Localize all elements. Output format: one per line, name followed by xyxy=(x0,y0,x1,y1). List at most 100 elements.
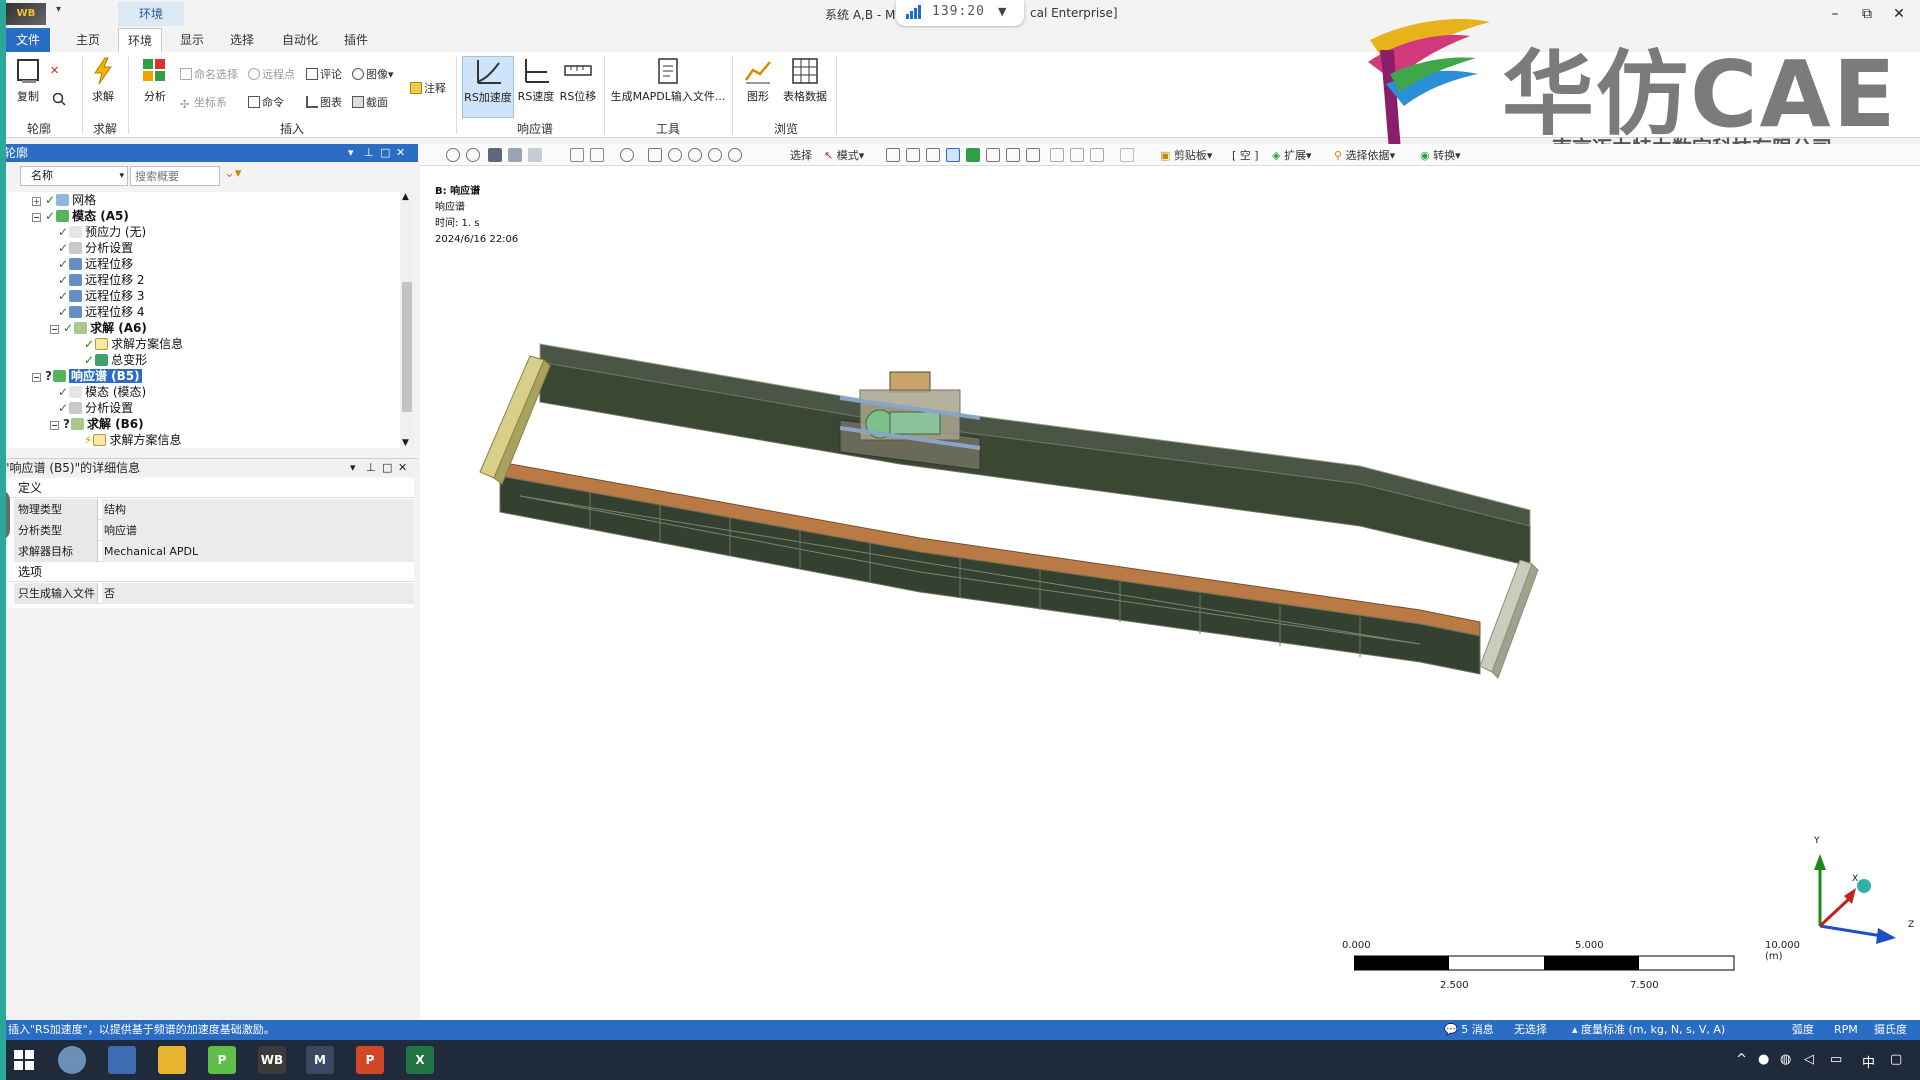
box-zoom-icon[interactable] xyxy=(590,148,604,162)
volume-icon[interactable]: ◁ xyxy=(1804,1052,1814,1067)
details-section-definition[interactable]: 定义 xyxy=(8,478,414,498)
taskbar-app-mechanical[interactable]: M xyxy=(306,1046,334,1074)
pin-icon[interactable]: ⊥ xyxy=(366,459,376,477)
crane-model[interactable] xyxy=(420,166,1920,1020)
close-icon[interactable]: ✕ xyxy=(398,459,407,477)
clipboard-dropdown[interactable]: ▣ 剪贴板▾ xyxy=(1160,147,1212,163)
extend-dropdown[interactable]: ◈ 扩展▾ xyxy=(1272,147,1312,163)
restore-button[interactable]: ⧉ xyxy=(1854,4,1880,24)
remote-point-button[interactable]: 远程点 xyxy=(248,66,295,82)
browser-icon[interactable] xyxy=(58,1046,86,1074)
quick-access-dropdown-icon[interactable]: ▾ xyxy=(56,4,61,15)
collapse-icon[interactable]: − xyxy=(50,421,59,430)
notification-icon[interactable]: ▢ xyxy=(1890,1052,1902,1067)
calculator-icon[interactable] xyxy=(108,1046,136,1074)
annotation-icon[interactable] xyxy=(1070,148,1084,162)
tab-automation[interactable]: 自动化 xyxy=(272,28,328,52)
body-select-icon[interactable] xyxy=(946,148,960,162)
pin-icon[interactable]: ⊥ xyxy=(364,144,374,162)
input-language[interactable]: 中 xyxy=(1862,1052,1875,1071)
select-by-dropdown[interactable]: ⚲ 选择依据▾ xyxy=(1334,147,1395,163)
convert-dropdown[interactable]: ◉ 转换▾ xyxy=(1420,147,1461,163)
tree-item-remote-displacement-4[interactable]: ✓ 远程位移 4 xyxy=(58,304,145,320)
collapse-icon[interactable]: − xyxy=(32,373,41,382)
element-select-icon[interactable] xyxy=(1006,148,1020,162)
units-button[interactable]: ▴ 度量标准 (m, kg, N, s, V, A) xyxy=(1572,1020,1725,1040)
details-row[interactable]: 只生成输入文件否 xyxy=(14,583,414,604)
expand-icon[interactable]: + xyxy=(32,197,41,206)
wire-view-icon[interactable] xyxy=(508,148,522,162)
chevron-down-icon[interactable]: ▾ xyxy=(348,144,354,162)
rs-acceleration-button[interactable]: RS加速度 xyxy=(462,56,514,118)
magnifier-icon[interactable] xyxy=(728,148,742,162)
copy-button[interactable]: 复制 xyxy=(10,56,46,104)
zoom-out-icon[interactable] xyxy=(466,148,480,162)
zoom-in-icon[interactable] xyxy=(446,148,460,162)
tab-selection[interactable]: 选择 xyxy=(220,28,264,52)
chevron-up-icon[interactable]: ^ xyxy=(1736,1052,1747,1067)
taskbar-app-p[interactable]: P xyxy=(208,1046,236,1074)
maximize-icon[interactable]: □ xyxy=(382,459,392,477)
close-icon[interactable]: ✕ xyxy=(396,144,405,162)
tree-item-total-deformation[interactable]: ✓ 总变形 xyxy=(84,352,147,368)
command-button[interactable]: 命令 xyxy=(248,94,284,110)
tree-item-solution-info[interactable]: ✓ 求解方案信息 xyxy=(84,336,183,352)
details-row[interactable]: 分析类型 响应谱 xyxy=(14,520,414,541)
select-label[interactable]: 选择 xyxy=(790,147,812,163)
zoom-box-icon[interactable] xyxy=(688,148,702,162)
close-button[interactable]: ✕ xyxy=(1886,4,1912,24)
solve-button[interactable]: 求解 xyxy=(88,56,118,104)
tab-environment[interactable]: 环境 xyxy=(118,28,162,52)
graphics-viewport[interactable]: B: 响应谱 响应谱 时间: 1. s 2024/6/16 22:06 0.00… xyxy=(420,166,1920,1020)
named-selection-button[interactable]: 命名选择 xyxy=(180,66,238,82)
graph-button[interactable]: 图形 xyxy=(740,56,776,104)
tab-display[interactable]: 显示 xyxy=(170,28,214,52)
box-select-icon[interactable] xyxy=(570,148,584,162)
outline-search-input[interactable] xyxy=(130,166,220,186)
panel-resize-grip[interactable] xyxy=(0,490,10,540)
section-button[interactable]: 截面 xyxy=(352,94,388,110)
angle-unit[interactable]: 弧度 xyxy=(1792,1020,1814,1040)
extend-icon[interactable] xyxy=(1050,148,1064,162)
taskbar-app-powerpoint[interactable]: P xyxy=(356,1046,384,1074)
filter-type-select[interactable]: 名称 ▾ xyxy=(20,166,128,186)
tree-item-remote-displacement-2[interactable]: ✓ 远程位移 2 xyxy=(58,272,145,288)
tab-plugins[interactable]: 插件 xyxy=(334,28,378,52)
tree-item-solution-a6[interactable]: − ✓ 求解 (A6) xyxy=(50,320,147,336)
app-logo-icon[interactable]: WB xyxy=(6,3,46,25)
chevron-down-icon[interactable]: ▾ xyxy=(350,459,356,477)
tree-item-modal-a5[interactable]: − ✓ 模态 (A5) xyxy=(32,208,129,224)
tree-item-remote-displacement-3[interactable]: ✓ 远程位移 3 xyxy=(58,288,145,304)
pan-icon[interactable] xyxy=(648,148,662,162)
recording-timer[interactable]: 139:20 ▼ xyxy=(896,0,1024,26)
image-button[interactable]: 图像▾ xyxy=(352,66,394,82)
chart-button[interactable]: 图表 xyxy=(306,94,342,110)
taskbar-app-workbench[interactable]: WB xyxy=(258,1046,286,1074)
search-icon[interactable] xyxy=(52,92,66,109)
microphone-icon[interactable]: ● xyxy=(1758,1052,1769,1067)
tree-item-solution-info-b[interactable]: ⚡ 求解方案信息 xyxy=(84,432,181,448)
label-icon[interactable] xyxy=(1090,148,1104,162)
scroll-thumb[interactable] xyxy=(402,282,412,412)
node-select-icon[interactable] xyxy=(966,148,980,162)
scroll-up-icon[interactable]: ▲ xyxy=(402,192,409,202)
tab-file[interactable]: 文件 xyxy=(6,28,50,52)
rs-velocity-button[interactable]: RS速度 xyxy=(516,56,556,104)
tree-scrollbar[interactable]: ▲ ▼ xyxy=(400,192,414,448)
details-row[interactable]: 求解器目标 Mechanical APDL xyxy=(14,541,414,562)
vertex-select-icon[interactable] xyxy=(886,148,900,162)
solid-view-icon[interactable] xyxy=(488,148,502,162)
element-face-select-icon[interactable] xyxy=(986,148,1000,162)
taskbar-app-excel[interactable]: X xyxy=(406,1046,434,1074)
temp-unit[interactable]: 摄氏度 xyxy=(1874,1020,1907,1040)
details-section-options[interactable]: 选项 xyxy=(8,562,414,582)
keyboard-icon[interactable]: ▭ xyxy=(1830,1052,1842,1067)
chevron-down-icon[interactable]: ▼ xyxy=(998,5,1006,18)
edge-select-icon[interactable] xyxy=(906,148,920,162)
tree-item-analysis-settings[interactable]: ✓ 分析设置 xyxy=(58,240,133,256)
face-select-icon[interactable] xyxy=(926,148,940,162)
graph-toolbar-icon[interactable] xyxy=(1120,148,1134,162)
collapse-icon[interactable]: − xyxy=(32,213,41,222)
comment-button[interactable]: 评论 xyxy=(306,66,342,82)
element-body-select-icon[interactable] xyxy=(1026,148,1040,162)
